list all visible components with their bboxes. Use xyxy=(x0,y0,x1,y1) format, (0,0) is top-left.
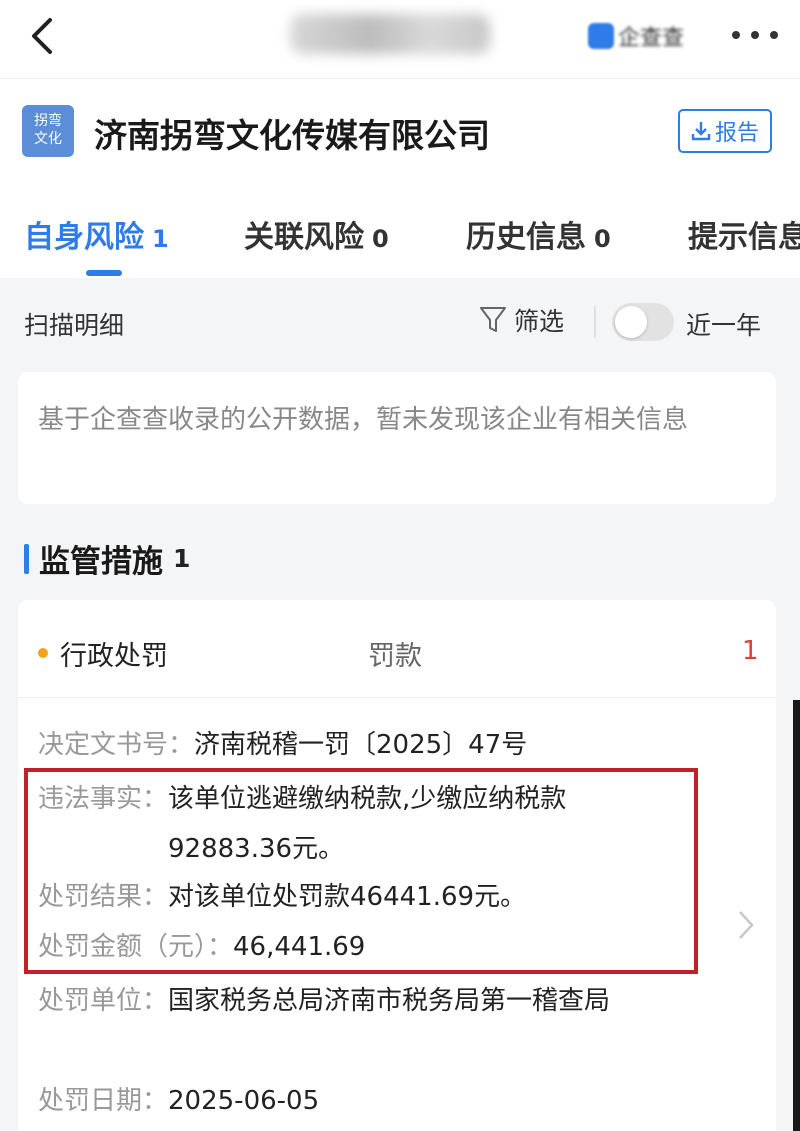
tab-history-info[interactable]: 历史信息 0 xyxy=(466,212,611,256)
field-key: 决定文书号： xyxy=(38,730,195,760)
tab-count: 0 xyxy=(594,225,611,253)
top-bar: 企查查 xyxy=(0,0,800,78)
filter-button[interactable]: 筛选 xyxy=(478,302,564,338)
penalty-type: 行政处罚 xyxy=(60,641,168,672)
card-header: 行政处罚 罚款 1 xyxy=(18,600,776,698)
scan-detail-label: 扫描明细 xyxy=(24,311,125,340)
highlight-annotation-box xyxy=(24,768,698,974)
tab-label: 自身风险 xyxy=(24,220,144,255)
tab-label: 关联风险 xyxy=(244,220,364,255)
no-data-notice: 基于企查查收录的公开数据，暂未发现该企业有相关信息 xyxy=(18,372,776,504)
active-tab-indicator xyxy=(86,270,122,276)
risk-tabs: 自身风险 1 关联风险 0 历史信息 0 提示信息 xyxy=(0,182,800,278)
app-logo: 企查查 xyxy=(588,20,684,52)
penalty-subtype: 罚款 xyxy=(368,641,422,672)
tab-hint-info[interactable]: 提示信息 xyxy=(688,212,800,256)
company-logo: 拐弯 文化 xyxy=(22,105,74,157)
recent-year-toggle[interactable] xyxy=(612,303,674,341)
more-dots-icon[interactable] xyxy=(732,18,778,52)
recent-year-label: 近一年 xyxy=(686,311,762,340)
screen-edge xyxy=(793,700,800,1131)
chevron-right-icon[interactable] xyxy=(736,908,756,946)
tab-label: 历史信息 xyxy=(466,220,586,255)
tab-self-risk[interactable]: 自身风险 1 xyxy=(24,212,169,256)
section-count: 1 xyxy=(173,544,191,573)
report-button[interactable]: 报告 xyxy=(678,109,772,153)
penalty-count: 1 xyxy=(742,636,759,666)
field-key: 处罚日期： xyxy=(38,1086,169,1116)
company-name: 济南拐弯文化传媒有限公司 xyxy=(94,116,490,155)
company-logo-line2: 文化 xyxy=(34,131,62,147)
download-icon xyxy=(691,122,711,141)
toggle-knob xyxy=(615,306,647,338)
tab-count: 0 xyxy=(372,225,389,253)
app-logo-text: 企查查 xyxy=(618,26,685,51)
field-value: 济南税稽一罚〔2025〕47号 xyxy=(194,730,528,760)
company-logo-line1: 拐弯 xyxy=(34,113,62,129)
section-title-text: 监管措施 xyxy=(39,544,163,580)
divider xyxy=(594,306,596,338)
field-value: 2025-06-05 xyxy=(168,1086,320,1116)
field-key: 处罚单位： xyxy=(38,986,169,1016)
field-date: 处罚日期： 2025-06-05 xyxy=(38,1076,319,1126)
penalty-card[interactable]: 行政处罚 罚款 1 决定文书号： 济南税稽一罚〔2025〕47号 违法事实： 该… xyxy=(18,600,776,1131)
section-title: 监管措施 1 xyxy=(24,536,190,581)
tab-label: 提示信息 xyxy=(688,220,800,255)
section-accent-bar xyxy=(24,543,29,574)
field-value: 国家税务总局济南市税务局第一稽查局 xyxy=(168,986,611,1016)
tab-count: 1 xyxy=(152,225,169,253)
field-decision-no: 决定文书号： 济南税稽一罚〔2025〕47号 xyxy=(38,720,527,770)
filter-label: 筛选 xyxy=(514,307,565,336)
filter-funnel-icon xyxy=(480,307,506,332)
tab-related-risk[interactable]: 关联风险 0 xyxy=(244,212,389,256)
report-label: 报告 xyxy=(714,121,759,146)
company-header: 拐弯 文化 济南拐弯文化传媒有限公司 报告 xyxy=(0,78,800,182)
scan-toolbar: 扫描明细 筛选 近一年 xyxy=(0,280,800,364)
chevron-left-icon[interactable] xyxy=(24,14,64,58)
status-dot xyxy=(38,648,48,658)
blurred-title xyxy=(290,14,490,54)
app-logo-icon xyxy=(588,23,614,49)
field-authority: 处罚单位： 国家税务总局济南市税务局第一稽查局 xyxy=(38,976,668,1026)
